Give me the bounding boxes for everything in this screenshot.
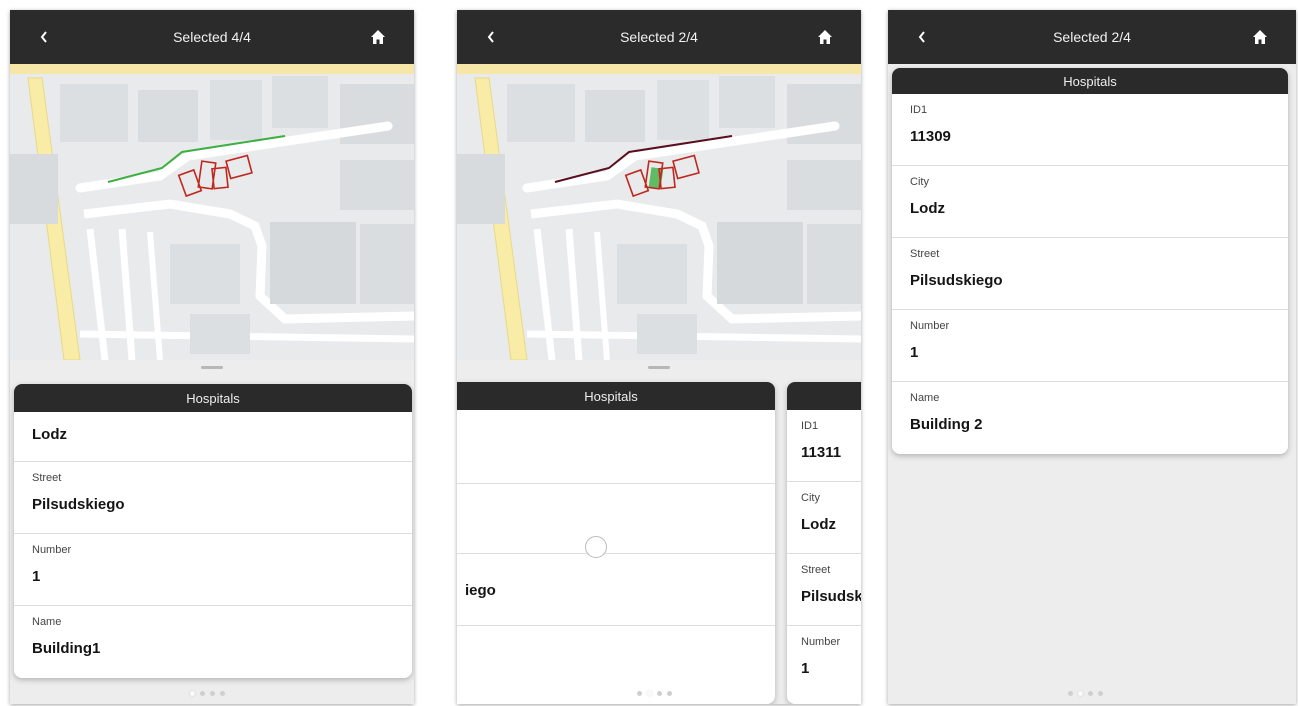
page-title: Selected 2/4 <box>620 29 698 45</box>
page-title: Selected 4/4 <box>173 29 251 45</box>
top-bar: Selected 2/4 <box>457 10 861 64</box>
field-value: 1 <box>801 660 810 677</box>
field-row: Number 1 <box>14 534 412 606</box>
home-button[interactable] <box>813 24 837 50</box>
field-row: Street Pilsudskiego <box>14 462 412 534</box>
field-row: Number 1 <box>787 626 861 698</box>
field-value: 11311 <box>801 444 842 461</box>
map-view[interactable] <box>10 64 414 360</box>
field-label: Street <box>32 472 62 484</box>
back-button[interactable] <box>910 24 934 50</box>
field-row: ID1 11309 <box>892 94 1288 166</box>
chevron-left-icon <box>40 31 47 43</box>
page-indicator <box>637 691 672 696</box>
page-dot[interactable] <box>1088 691 1093 696</box>
drag-handle[interactable] <box>201 366 223 369</box>
field-value: 11309 <box>910 128 951 145</box>
field-value: Lodz <box>801 516 836 533</box>
field-row: Street Pilsudskiego <box>892 238 1288 310</box>
field-row: Lodz <box>14 412 412 462</box>
field-row: iego <box>457 554 775 626</box>
page-dot[interactable] <box>667 691 672 696</box>
back-button[interactable] <box>479 24 503 50</box>
field-value: 1 <box>32 568 41 585</box>
home-button[interactable] <box>366 24 390 50</box>
page-indicator <box>1068 691 1103 696</box>
hospital-card: Hospitals Lodz Street Pilsudskiego Numbe… <box>14 384 412 678</box>
home-icon <box>818 30 832 44</box>
field-value: Building1 <box>32 640 101 657</box>
field-value: Lodz <box>32 426 67 443</box>
top-bar: Selected 4/4 <box>10 10 414 64</box>
field-label: Street <box>801 564 831 576</box>
field-label: Number <box>910 320 950 332</box>
field-row: City Lodz <box>892 166 1288 238</box>
hospital-card: Hospitals ID1 11309 City Lodz Street Pil… <box>892 68 1288 454</box>
page-title: Selected 2/4 <box>1053 29 1131 45</box>
home-icon <box>1253 30 1267 44</box>
field-row: Number 1 <box>892 310 1288 382</box>
chevron-left-icon <box>487 31 494 43</box>
drag-handle[interactable] <box>648 366 670 369</box>
card-title: Hospitals <box>457 382 775 410</box>
field-row <box>457 626 775 704</box>
field-label: City <box>801 492 820 504</box>
field-row: ID1 11311 <box>787 410 861 482</box>
screen-selected-2-of-4-details: Selected 2/4 Hospitals ID1 11309 City Lo… <box>888 10 1296 704</box>
page-dot[interactable] <box>200 691 205 696</box>
page-dot[interactable] <box>210 691 215 696</box>
field-value: 1 <box>910 344 919 361</box>
card-title-bar <box>787 382 861 410</box>
map-view[interactable] <box>457 64 861 360</box>
hospital-card: Hospitals iego <box>457 382 775 704</box>
field-row: Name Building1 <box>14 606 412 678</box>
card-title: Hospitals <box>14 384 412 412</box>
home-icon <box>371 30 385 44</box>
top-bar: Selected 2/4 <box>888 10 1296 64</box>
field-value: iego <box>465 582 496 599</box>
page-dot[interactable] <box>1068 691 1073 696</box>
field-label: City <box>910 176 929 188</box>
field-value: Building 2 <box>910 416 983 433</box>
field-value: Pilsudskiego <box>32 496 125 513</box>
page-dot[interactable] <box>190 691 195 696</box>
card-title: Hospitals <box>892 68 1288 94</box>
screen-selected-2-of-4-swiping: Selected 2/4 Hospitals iego ID1 11311 Ci… <box>457 10 861 704</box>
field-value: Pilsudsk <box>801 588 861 605</box>
chevron-left-icon <box>918 31 925 43</box>
field-label: Street <box>910 248 940 260</box>
field-row <box>457 410 775 484</box>
page-dot[interactable] <box>647 691 652 696</box>
field-label: Number <box>32 544 72 556</box>
field-label: ID1 <box>910 104 928 116</box>
page-dot[interactable] <box>220 691 225 696</box>
field-value: Pilsudskiego <box>910 272 1003 289</box>
page-dot[interactable] <box>657 691 662 696</box>
field-label: Name <box>910 392 940 404</box>
field-label: Name <box>32 616 62 628</box>
page-dot[interactable] <box>1078 691 1083 696</box>
field-row: Name Building 2 <box>892 382 1288 454</box>
field-label: ID1 <box>801 420 819 432</box>
field-row <box>457 484 775 558</box>
back-button[interactable] <box>32 24 56 50</box>
page-dot[interactable] <box>637 691 642 696</box>
page-dot[interactable] <box>1098 691 1103 696</box>
screen-selected-4-of-4: Selected 4/4 Hospitals Lodz Street Pilsu… <box>10 10 414 704</box>
next-hospital-card: ID1 11311 City Lodz Street Pilsudsk Numb… <box>787 382 861 704</box>
field-label: Number <box>801 636 841 648</box>
home-button[interactable] <box>1248 24 1272 50</box>
page-indicator <box>190 691 225 696</box>
field-value: Lodz <box>910 200 945 217</box>
field-row: Street Pilsudsk <box>787 554 861 626</box>
field-row: City Lodz <box>787 482 861 554</box>
